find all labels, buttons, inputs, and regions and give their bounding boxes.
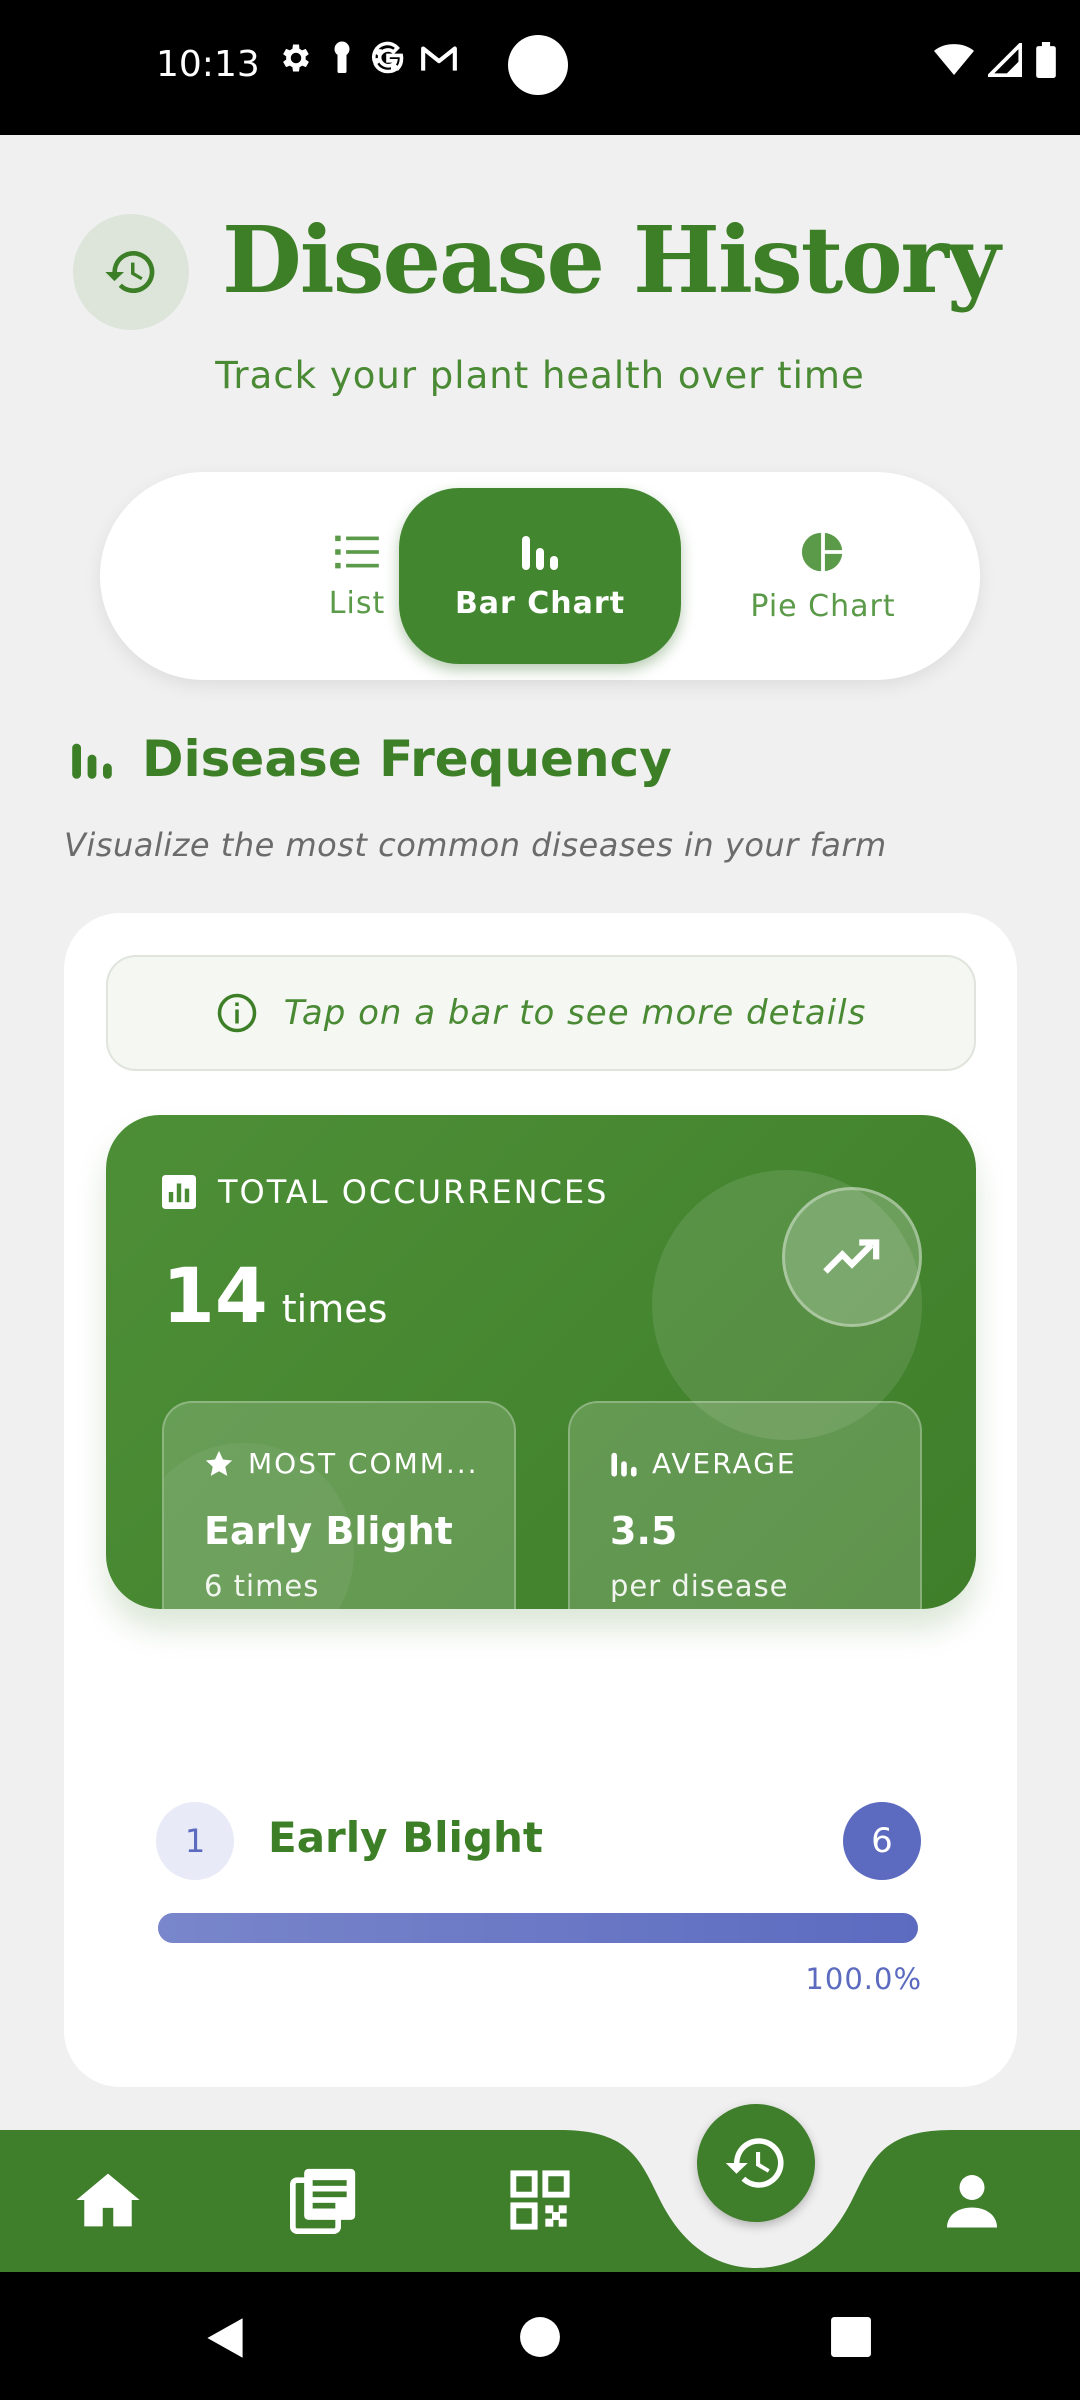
tab-list-label: List	[328, 585, 386, 621]
history-icon	[73, 214, 189, 330]
bar-track[interactable]	[158, 1913, 918, 1943]
page-title: Disease History	[222, 206, 1000, 314]
pie-chart-icon	[801, 532, 843, 571]
average-value: 3.5	[610, 1509, 678, 1553]
section-subtitle: Visualize the most common diseases in yo…	[64, 826, 887, 864]
system-icons	[934, 42, 1056, 78]
chart-card: Tap on a bar to see more details TOTAL O…	[64, 913, 1017, 2087]
bar-chart-icon	[72, 743, 112, 779]
bar-chart-icon	[522, 535, 558, 570]
signal-icon	[988, 43, 1022, 77]
history-icon	[725, 2138, 784, 2188]
bar-percent: 100.0%	[805, 1962, 922, 1996]
bar-fill[interactable]	[158, 1913, 918, 1943]
average-card: AVERAGE 3.5 per disease	[568, 1401, 922, 1609]
key-icon	[334, 41, 350, 73]
battery-icon	[1036, 42, 1056, 78]
total-label-text: TOTAL OCCURRENCES	[218, 1173, 609, 1211]
recents-icon[interactable]	[830, 2316, 872, 2358]
wifi-icon	[934, 44, 974, 75]
google-icon	[372, 41, 404, 74]
most-common-card: MOST COMM... Early Blight 6 times	[162, 1401, 516, 1609]
page-subtitle: Track your plant health over time	[215, 354, 865, 397]
nav-news[interactable]	[284, 2160, 364, 2240]
star-icon	[205, 1450, 233, 1476]
tab-bar-chart-label: Bar Chart	[454, 585, 626, 621]
status-time: 10:13	[156, 44, 260, 85]
back-icon[interactable]	[203, 2316, 247, 2360]
home-circle-icon[interactable]	[519, 2316, 561, 2358]
most-common-sub: 6 times	[204, 1569, 320, 1603]
section-title-text: Disease Frequency	[142, 730, 672, 788]
person-icon	[947, 2175, 997, 2228]
tab-pie-chart[interactable]: Pie Chart	[682, 488, 964, 664]
total-number: 14	[162, 1251, 268, 1340]
dot-icon	[508, 35, 568, 95]
average-sub: per disease	[610, 1569, 789, 1603]
most-common-value: Early Blight	[204, 1509, 453, 1553]
hint-banner: Tap on a bar to see more details	[106, 955, 976, 1071]
nav-history[interactable]	[697, 2104, 815, 2222]
trending-up-icon	[782, 1187, 922, 1327]
tab-bar-chart[interactable]: Bar Chart	[399, 488, 681, 664]
news-icon	[290, 2168, 356, 2234]
tab-pie-chart-label: Pie Chart	[750, 588, 896, 624]
average-label: AVERAGE	[610, 1447, 797, 1480]
home-icon	[76, 2173, 140, 2227]
stats-icon	[162, 1175, 196, 1209]
most-common-label: MOST COMM...	[204, 1447, 479, 1480]
total-unit: times	[281, 1287, 388, 1331]
bar-label[interactable]: Early Blight	[268, 1813, 543, 1862]
list-icon	[335, 535, 379, 568]
view-toggle: List Bar Chart Pie Chart	[100, 472, 980, 680]
gear-icon	[283, 44, 309, 72]
hint-text: Tap on a bar to see more details	[283, 993, 867, 1033]
total-value: 14 times	[162, 1251, 387, 1340]
gmail-icon	[421, 46, 457, 71]
info-icon	[217, 993, 256, 1033]
notification-icons	[278, 40, 458, 76]
count-badge: 6	[843, 1802, 921, 1880]
rank-badge: 1	[156, 1802, 234, 1880]
nav-profile[interactable]	[932, 2160, 1012, 2240]
total-label: TOTAL OCCURRENCES	[162, 1173, 608, 1211]
section-title: Disease Frequency	[70, 730, 672, 788]
nav-scan[interactable]	[500, 2160, 580, 2240]
qr-code-icon	[510, 2170, 570, 2230]
nav-home[interactable]	[68, 2160, 148, 2240]
summary-card: TOTAL OCCURRENCES 14 times MOST COMM... …	[106, 1115, 976, 1609]
bar-chart-icon	[611, 1452, 637, 1477]
status-bar: 10:13	[0, 0, 1080, 135]
